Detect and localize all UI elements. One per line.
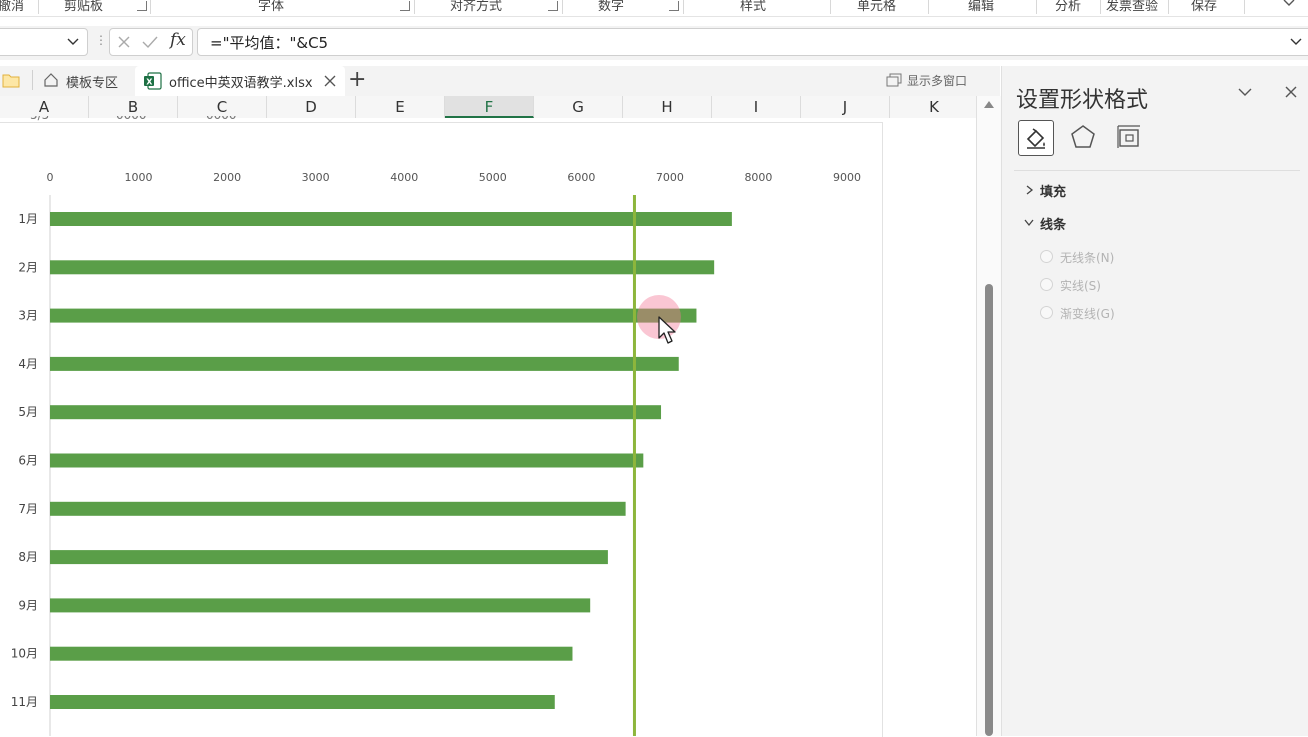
ribbon-group-analysis: 分析	[1055, 0, 1082, 14]
radio-no-line[interactable]	[1040, 250, 1053, 263]
category-label: 9月	[18, 598, 38, 612]
category-label: 5月	[18, 405, 38, 419]
x-tick-label: 7000	[656, 171, 684, 184]
x-tick-label: 8000	[744, 171, 772, 184]
divider	[1036, 0, 1037, 14]
ribbon-collapse-icon[interactable]	[1282, 0, 1296, 8]
category-label: 4月	[18, 357, 38, 371]
bar[interactable]	[50, 550, 608, 565]
mouse-cursor-icon	[658, 316, 676, 344]
scroll-up-icon[interactable]	[983, 100, 995, 109]
x-tick-label: 9000	[833, 171, 861, 184]
x-tick-label: 0	[47, 171, 54, 184]
bar[interactable]	[50, 695, 555, 709]
category-label: 10月	[11, 647, 38, 661]
bar[interactable]	[50, 260, 715, 275]
radio-solid-line[interactable]	[1040, 278, 1053, 291]
bar[interactable]	[50, 308, 697, 323]
panel-title: 设置形状格式	[1016, 88, 1149, 113]
x-tick-label: 4000	[390, 171, 418, 184]
panel-options-chevron-icon[interactable]	[1238, 88, 1252, 97]
ribbon-group-invoice: 发票查验	[1106, 0, 1159, 14]
radio-solid-line-label: 实线(S)	[1060, 279, 1101, 293]
radio-no-line-label: 无线条(N)	[1060, 251, 1115, 265]
section-fill-label: 填充	[1040, 185, 1067, 200]
vertical-scrollbar[interactable]	[976, 96, 1001, 736]
radio-gradient-line[interactable]	[1040, 306, 1053, 319]
ribbon-group-save: 保存	[1191, 0, 1218, 14]
divider	[1100, 0, 1101, 14]
divider	[1244, 0, 1245, 14]
divider	[1168, 0, 1169, 14]
category-label: 11月	[11, 695, 38, 709]
expand-formula-icon[interactable]	[1290, 38, 1302, 46]
scrollbar-thumb[interactable]	[985, 284, 993, 736]
bar-chart[interactable]: 0 1000 2000 3000 4000 5000 6000 7000 8000 9000 1月 2…	[0, 0, 976, 736]
tab-fill-line[interactable]	[1018, 120, 1054, 156]
x-tick-label: 2000	[213, 171, 241, 184]
category-label: 8月	[18, 550, 38, 564]
bar[interactable]	[50, 405, 662, 420]
category-label: 6月	[18, 454, 38, 468]
category-label: 1月	[18, 212, 38, 226]
close-panel-icon[interactable]	[1284, 85, 1298, 99]
shape-effects-icon[interactable]	[1070, 124, 1096, 150]
section-fill[interactable]: 填充	[1022, 180, 1142, 200]
x-tick-label: 1000	[125, 171, 153, 184]
bar[interactable]	[50, 356, 679, 371]
radio-gradient-line-label: 渐变线(G)	[1060, 307, 1115, 321]
bar[interactable]	[50, 598, 591, 613]
bar[interactable]	[50, 453, 644, 468]
fill-line-icon	[1026, 128, 1045, 149]
x-tick-label: 5000	[479, 171, 507, 184]
bar[interactable]	[50, 501, 626, 516]
chevron-down-icon	[1024, 219, 1034, 227]
category-label: 7月	[18, 502, 38, 516]
x-tick-label: 6000	[567, 171, 595, 184]
x-tick-label: 3000	[302, 171, 330, 184]
category-label: 3月	[18, 309, 38, 323]
chevron-right-icon	[1026, 185, 1034, 195]
category-label: 2月	[18, 260, 38, 274]
format-shape-panel: 设置形状格式 填充 线条 无线条(N) 实线(S) 渐变线(G)	[1001, 66, 1308, 736]
size-properties-icon[interactable]	[1116, 124, 1142, 150]
divider	[1014, 170, 1300, 171]
section-line-label: 线条	[1040, 218, 1067, 233]
bar[interactable]	[50, 646, 573, 661]
bar[interactable]	[50, 212, 732, 226]
section-line[interactable]: 线条	[1022, 213, 1142, 233]
